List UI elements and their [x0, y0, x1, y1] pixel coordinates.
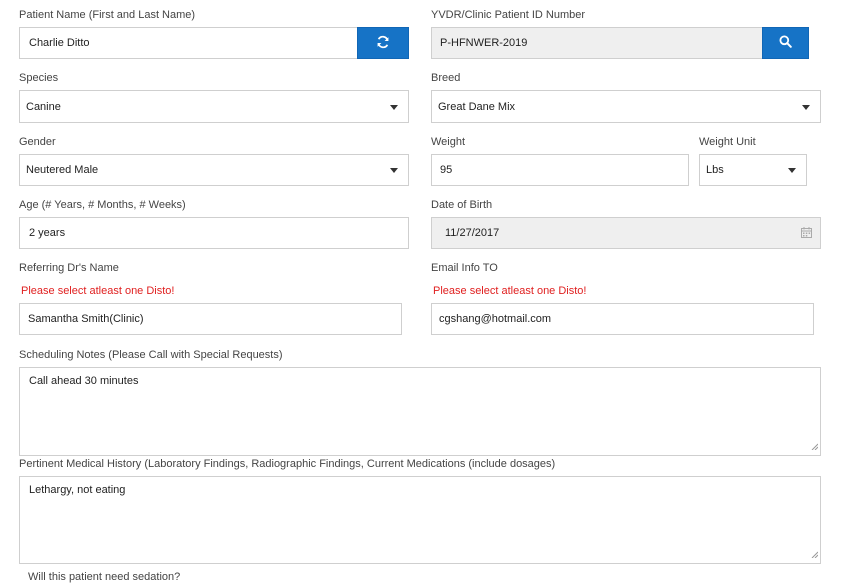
weight-unit-value: Lbs [706, 164, 724, 176]
search-icon [779, 35, 792, 51]
chevron-down-icon [390, 168, 398, 173]
scheduling-notes-label: Scheduling Notes (Please Call with Speci… [19, 349, 283, 361]
sedation-question-label: Will this patient need sedation? [28, 571, 181, 583]
medical-history-textarea[interactable]: Lethargy, not eating [19, 476, 821, 564]
resize-grip-icon[interactable] [811, 549, 819, 561]
chevron-down-icon [390, 104, 398, 110]
species-value: Canine [26, 100, 61, 113]
patient-id-label: YVDR/Clinic Patient ID Number [431, 9, 586, 21]
species-label: Species [19, 72, 59, 84]
calendar-icon[interactable] [801, 227, 812, 241]
patient-name-label: Patient Name (First and Last Name) [19, 9, 196, 21]
weight-label: Weight [431, 136, 466, 148]
referring-dr-input[interactable]: Samantha Smith(Clinic) [19, 303, 402, 335]
referring-dr-label: Referring Dr's Name [19, 262, 119, 274]
dob-value: 11/27/2017 [445, 227, 500, 239]
referring-dr-error: Please select atleast one Disto! [21, 285, 175, 297]
weight-unit-select[interactable]: Lbs [699, 154, 807, 186]
patient-name-input[interactable]: Charlie Ditto [19, 27, 359, 59]
medical-history-value: Lethargy, not eating [29, 484, 126, 496]
email-info-error: Please select atleast one Disto! [433, 285, 587, 297]
chevron-down-icon [802, 104, 810, 110]
weight-unit-label: Weight Unit [699, 136, 756, 148]
breed-label: Breed [431, 72, 461, 84]
scheduling-notes-value: Call ahead 30 minutes [29, 375, 139, 387]
patient-id-input[interactable]: P-HFNWER-2019 [431, 27, 763, 59]
email-info-input[interactable]: cgshang@hotmail.com [431, 303, 814, 335]
gender-label: Gender [19, 136, 56, 148]
dob-input[interactable]: 11/27/2017 [431, 217, 821, 249]
email-info-label: Email Info TO [431, 262, 498, 274]
age-input[interactable]: 2 years [19, 217, 409, 249]
dob-label: Date of Birth [431, 199, 493, 211]
refresh-icon [376, 35, 390, 52]
breed-select[interactable]: Great Dane Mix [431, 90, 821, 123]
species-select[interactable]: Canine [19, 90, 409, 123]
age-label: Age (# Years, # Months, # Weeks) [19, 199, 186, 211]
chevron-down-icon [788, 168, 796, 173]
search-button[interactable] [762, 27, 809, 59]
refresh-button[interactable] [357, 27, 409, 59]
gender-select[interactable]: Neutered Male [19, 154, 409, 186]
breed-value: Great Dane Mix [438, 100, 516, 113]
medical-history-label: Pertinent Medical History (Laboratory Fi… [19, 458, 556, 470]
gender-value: Neutered Male [26, 164, 99, 176]
weight-input[interactable]: 95 [431, 154, 689, 186]
scheduling-notes-textarea[interactable]: Call ahead 30 minutes [19, 367, 821, 456]
resize-grip-icon[interactable] [811, 441, 819, 453]
